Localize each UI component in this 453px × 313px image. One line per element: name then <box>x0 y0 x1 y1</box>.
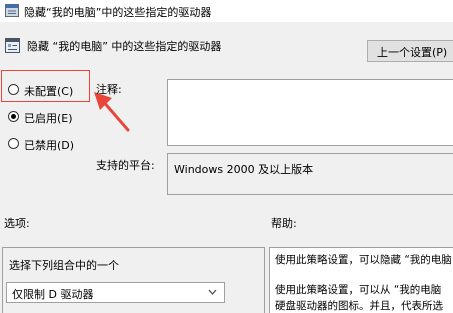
radio-enabled-label: 已启用(E) <box>24 112 73 125</box>
supported-platform-value: Windows 2000 及以上版本 <box>174 163 314 176</box>
radio-disabled-label: 已禁用(D) <box>24 139 75 152</box>
options-panel: 选择下列组合中的一个 仅限制 D 驱动器 <box>2 247 265 313</box>
comment-textarea[interactable] <box>167 79 453 146</box>
title-bar: 隐藏“我的电脑”中的这些指定的驱动器 <box>0 0 453 22</box>
help-panel: 使用此策略设置，可以隐藏 “我的电脑 使用此策略设置，可以从 “我的电脑 硬盘驱… <box>269 247 453 313</box>
help-section-label: 帮助: <box>271 217 297 230</box>
policy-setting-icon <box>5 38 20 53</box>
supported-platform-label: 支持的平台: <box>96 159 155 172</box>
options-section-label: 选项: <box>4 217 30 230</box>
options-instruction: 选择下列组合中的一个 <box>9 259 119 272</box>
annotation-arrow-icon <box>94 92 130 132</box>
help-text-line: 硬盘驱动器的图标。并且，代表所选 <box>275 300 443 312</box>
window-title: 隐藏“我的电脑”中的这些指定的驱动器 <box>24 6 212 19</box>
policy-name-heading: 隐藏 “我的电脑” 中的这些指定的驱动器 <box>27 40 222 53</box>
drive-select-value: 仅限制 D 驱动器 <box>12 288 94 301</box>
drive-restriction-select[interactable]: 仅限制 D 驱动器 <box>6 282 225 303</box>
help-text-line: 使用此策略设置，可以隐藏 “我的电脑 <box>275 254 452 266</box>
policy-window-icon <box>5 4 19 17</box>
radio-circle[interactable] <box>8 111 19 122</box>
supported-platform-box: Windows 2000 及以上版本 <box>167 153 453 195</box>
annotation-highlight-box <box>1 70 90 102</box>
previous-setting-label: 上一个设置(P) <box>377 46 448 59</box>
previous-setting-button[interactable]: 上一个设置(P) <box>367 40 453 62</box>
comment-label: 注释: <box>96 83 122 96</box>
radio-circle[interactable] <box>8 138 19 149</box>
chevron-down-icon <box>208 289 217 295</box>
help-text-line: 使用此策略设置，可以从 “我的电脑 <box>275 284 442 296</box>
